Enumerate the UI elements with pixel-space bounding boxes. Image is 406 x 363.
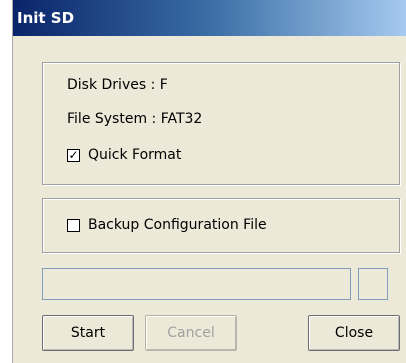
- backup-group: Backup Configuration File: [42, 198, 400, 253]
- close-button[interactable]: Close: [308, 315, 400, 351]
- file-system-label: File System : FAT32: [67, 111, 203, 127]
- backup-label: Backup Configuration File: [88, 217, 267, 233]
- start-button[interactable]: Start: [42, 315, 134, 351]
- progress-bar: [42, 268, 351, 300]
- init-sd-dialog: Init SD Disk Drives : F File System : FA…: [12, 0, 406, 363]
- progress-indicator: [358, 268, 388, 300]
- window-title: Init SD: [17, 9, 75, 27]
- cancel-button[interactable]: Cancel: [145, 315, 237, 351]
- quick-format-label: Quick Format: [88, 147, 182, 163]
- quick-format-option[interactable]: ✓ Quick Format: [67, 147, 181, 163]
- backup-checkbox[interactable]: [67, 218, 80, 232]
- title-bar: Init SD: [13, 0, 406, 36]
- disk-drives-label: Disk Drives : F: [67, 77, 168, 93]
- quick-format-checkbox[interactable]: ✓: [67, 148, 80, 162]
- checkmark-icon: ✓: [68, 148, 79, 162]
- drive-info-group: Disk Drives : F File System : FAT32 ✓ Qu…: [42, 62, 400, 185]
- backup-option[interactable]: Backup Configuration File: [67, 217, 267, 233]
